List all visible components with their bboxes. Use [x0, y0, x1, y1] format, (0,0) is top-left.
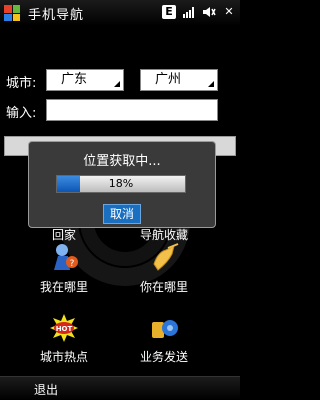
- dropdown-arrow-icon: [114, 81, 120, 87]
- city-hotspot-label: 城市热点: [39, 350, 88, 364]
- volume-icon[interactable]: [202, 5, 216, 19]
- svg-text:?: ?: [70, 259, 75, 269]
- where-am-i-icon: ?: [48, 242, 80, 274]
- dropdown-arrow-icon: [208, 81, 214, 87]
- soft-key-bar: 退出: [0, 376, 240, 400]
- home-label: 回家: [51, 228, 76, 242]
- progress-bar: 18%: [56, 175, 186, 193]
- service-send-label: 业务发送: [139, 350, 188, 364]
- locating-dialog: 位置获取中... 18% 取消: [28, 141, 216, 228]
- city-label: 城市:: [6, 76, 37, 91]
- city-value: 广州: [155, 72, 182, 87]
- input-label: 输入:: [6, 106, 37, 121]
- service-send-item[interactable]: 业务发送: [124, 312, 204, 365]
- favorites-label: 导航收藏: [139, 228, 188, 242]
- exit-softkey[interactable]: 退出: [34, 381, 58, 398]
- cancel-button[interactable]: 取消: [103, 204, 141, 224]
- city-hotspot-item[interactable]: HOT 城市热点: [24, 312, 104, 365]
- status-icons: E ✕: [162, 5, 236, 19]
- app-title: 手机导航: [28, 7, 85, 23]
- dialog-title: 位置获取中...: [83, 154, 161, 169]
- close-icon[interactable]: ✕: [222, 5, 236, 19]
- where-am-i-label: 我在哪里: [39, 280, 88, 294]
- service-send-icon: [148, 312, 180, 344]
- title-bar: 手机导航 E ✕: [0, 0, 240, 26]
- hot-icon: HOT: [48, 312, 80, 344]
- province-value: 广东: [61, 72, 88, 87]
- where-are-you-item[interactable]: 你在哪里: [124, 242, 204, 295]
- data-connection-icon: E: [162, 5, 176, 19]
- progress-text: 18%: [108, 177, 134, 190]
- province-select[interactable]: 广东: [46, 69, 124, 91]
- address-input[interactable]: [46, 99, 218, 121]
- where-am-i-item[interactable]: ? 我在哪里: [24, 242, 104, 295]
- windows-start-icon[interactable]: [4, 5, 20, 21]
- svg-text:HOT: HOT: [56, 325, 73, 333]
- where-are-you-icon: [148, 242, 180, 274]
- signal-icon: [182, 5, 196, 19]
- where-are-you-label: 你在哪里: [139, 280, 188, 294]
- main-content: 城市: 广东 广州 输入: 回家 导航收藏 ? 我在哪里 你在哪里 HOT 城市…: [0, 26, 240, 376]
- city-select[interactable]: 广州: [140, 69, 218, 91]
